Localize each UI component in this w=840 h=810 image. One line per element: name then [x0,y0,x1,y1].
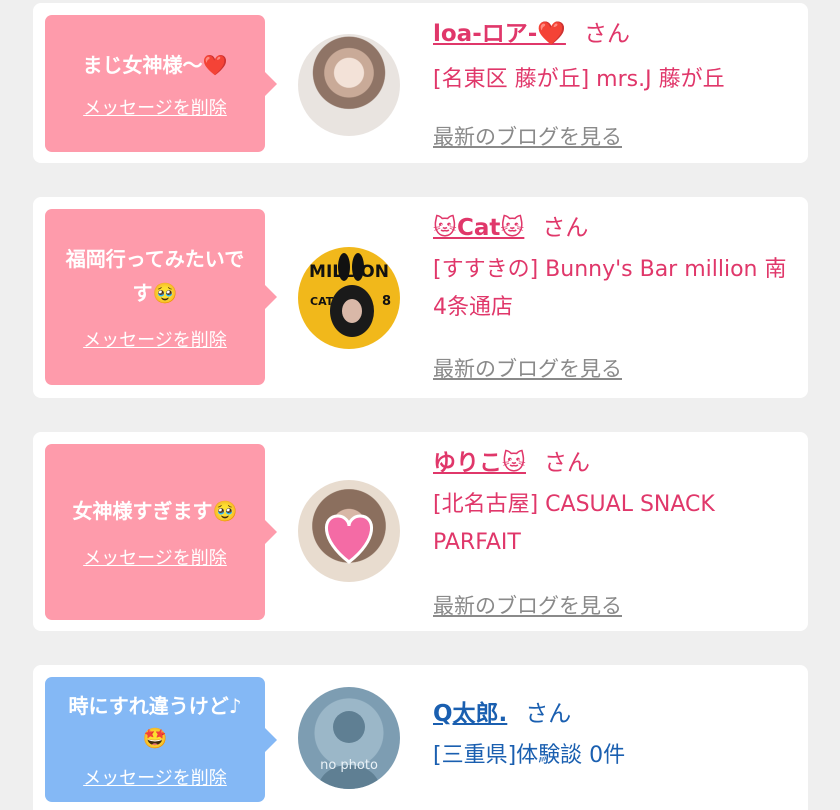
user-info: 🐱Cat🐱 さん [すすきの] Bunny's Bar million 南4条通店… [433,213,788,381]
avatar[interactable] [298,480,400,582]
message-text: まじ女神様〜❤️ [82,52,228,77]
message-card: 福岡行ってみたいです🥹 メッセージを削除 MILLION CAT 8 🐱Cat🐱… [33,197,808,398]
avatar-image: MILLION CAT 8 [309,253,391,337]
latest-blog-link[interactable]: 最新のブログを見る [433,590,622,620]
delete-message-link[interactable]: メッセージを削除 [83,94,227,120]
message-bubble: 女神様すぎます🥹 メッセージを削除 [45,444,277,620]
message-card: まじ女神様〜❤️ メッセージを削除 loa-ロア-❤️ さん [名東区 藤が丘] … [33,3,808,163]
shop-text[interactable]: [名東区 藤が丘] mrs.J 藤が丘 [433,61,788,99]
latest-blog-link[interactable]: 最新のブログを見る [433,353,622,383]
honorific: さん [542,215,589,241]
avatar[interactable]: no photo [298,687,400,789]
user-name-link[interactable]: ゆりこ🐱 [433,450,526,476]
message-card: 時にすれ違うけど♪🤩 メッセージを削除 no photo Q太郎. さん [三重県… [33,665,808,810]
user-name-link[interactable]: loa-ロア-❤️ [433,21,566,47]
delete-message-link[interactable]: メッセージを削除 [83,544,227,570]
latest-blog-link[interactable]: 最新のブログを見る [433,121,622,151]
message-bubble: 福岡行ってみたいです🥹 メッセージを削除 [45,209,277,385]
user-info: ゆりこ🐱 さん [北名古屋] CASUAL SNACK PARFAIT 最新のブロ… [433,448,788,618]
delete-message-link[interactable]: メッセージを削除 [83,764,227,790]
shop-text[interactable]: [三重県]体験談 0件 [433,737,788,775]
svg-text:CAT: CAT [310,295,334,308]
honorific: さん [583,21,630,47]
honorific: さん [525,701,572,727]
message-text: 福岡行ってみたいです🥹 [65,247,245,305]
message-bubble: まじ女神様〜❤️ メッセージを削除 [45,15,277,152]
svg-text:8: 8 [382,294,391,309]
message-text: 女神様すぎます🥹 [72,499,238,523]
delete-message-link[interactable]: メッセージを削除 [83,326,227,352]
heart-sticker-icon [324,514,374,564]
user-info: loa-ロア-❤️ さん [名東区 藤が丘] mrs.J 藤が丘 最新のブログを見… [433,19,788,149]
shop-text[interactable]: [すすきの] Bunny's Bar million 南4条通店 [433,251,788,327]
user-info: Q太郎. さん [三重県]体験談 0件 [433,699,788,775]
honorific: さん [543,450,590,476]
message-bubble: 時にすれ違うけど♪🤩 メッセージを削除 [45,677,277,802]
avatar[interactable]: MILLION CAT 8 [298,247,400,349]
svg-text:no photo: no photo [320,758,378,773]
avatar[interactable] [298,34,400,136]
user-name-link[interactable]: 🐱Cat🐱 [433,215,524,241]
message-card: 女神様すぎます🥹 メッセージを削除 ゆりこ🐱 さん [北名古屋] CASUAL S… [33,432,808,631]
no-photo-icon: no photo [318,711,380,789]
user-name-link[interactable]: Q太郎. [433,701,507,727]
shop-text[interactable]: [北名古屋] CASUAL SNACK PARFAIT [433,486,763,562]
message-text: 時にすれ違うけど♪🤩 [68,693,242,750]
